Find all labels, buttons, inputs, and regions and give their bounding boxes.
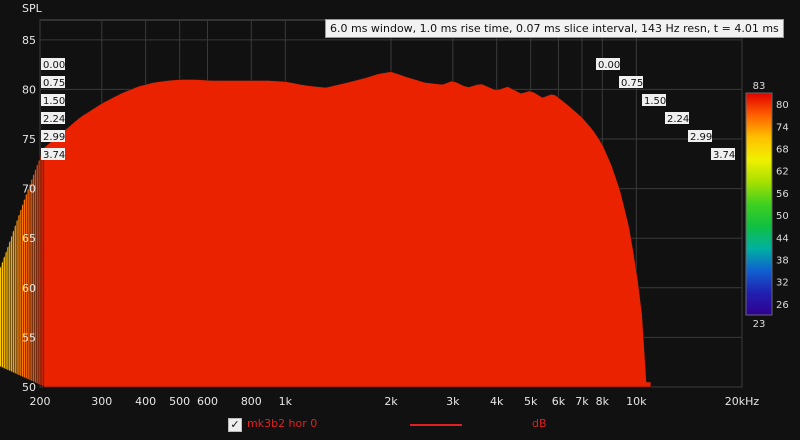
x-tick-label: 7k	[575, 395, 589, 408]
y-tick-label: 70	[22, 183, 36, 196]
colorbar-tick-label: 23	[753, 319, 766, 330]
colorbar-tick-label: 62	[776, 167, 789, 178]
time-label-right: 2.99	[688, 130, 712, 143]
colorbar-tick-label: 68	[776, 145, 789, 156]
colorbar-tick-label: 80	[776, 100, 789, 111]
x-tick-label: 20kHz	[725, 395, 760, 408]
svg-text:2.24: 2.24	[667, 114, 689, 125]
colorbar-gradient	[745, 92, 773, 316]
colorbar-tick-label: 83	[753, 81, 766, 92]
x-tick-label: 4k	[490, 395, 504, 408]
series-line-swatch	[410, 424, 462, 426]
series-checkbox[interactable]: ✓	[228, 418, 242, 432]
colorbar-tick-label: 44	[776, 233, 789, 244]
svg-text:2.24: 2.24	[43, 114, 65, 125]
colorbar-tick-label: 32	[776, 278, 789, 289]
time-label-left: 3.74	[41, 148, 65, 161]
series-unit: dB	[532, 417, 547, 430]
time-label-right: 0.75	[619, 76, 643, 89]
time-label-right: 2.24	[665, 112, 689, 125]
y-tick-label: 85	[22, 34, 36, 47]
x-tick-label: 300	[91, 395, 112, 408]
y-tick-label: 50	[22, 381, 36, 394]
x-tick-label: 5k	[524, 395, 538, 408]
svg-text:2.99: 2.99	[43, 132, 65, 143]
analysis-info: 6.0 ms window, 1.0 ms rise time, 0.07 ms…	[325, 19, 784, 38]
colorbar-tick-label: 26	[776, 300, 789, 311]
x-tick-label: 3k	[446, 395, 460, 408]
y-tick-label: 65	[22, 232, 36, 245]
x-tick-label: 200	[30, 395, 51, 408]
svg-text:1.50: 1.50	[43, 96, 65, 107]
waterfall-slices	[0, 71, 652, 388]
time-label-right: 1.50	[642, 94, 666, 107]
x-tick-label: 600	[197, 395, 218, 408]
svg-text:2.99: 2.99	[690, 132, 712, 143]
colorbar-tick-label: 38	[776, 256, 789, 267]
x-tick-label: 2k	[384, 395, 398, 408]
svg-text:1.50: 1.50	[644, 96, 666, 107]
time-label-left: 2.24	[41, 112, 65, 125]
x-tick-label: 8k	[596, 395, 610, 408]
time-label-left: 0.75	[41, 76, 65, 89]
svg-text:0.00: 0.00	[43, 60, 65, 71]
x-tick-label: 1k	[279, 395, 293, 408]
x-tick-label: 500	[169, 395, 190, 408]
waterfall-chart: 200 300 400 500 600 800 1k 2k 3k 4k 5k 6k 7k 8k 10k 20k…	[0, 2, 789, 408]
colorbar: 83 80 74 68 62 56 50 44 38 32 26 23	[745, 81, 789, 330]
time-label-left: 0.00	[41, 58, 65, 71]
time-label-right: 3.74	[711, 148, 735, 161]
time-label-left: 2.99	[41, 130, 65, 143]
svg-text:3.74: 3.74	[713, 150, 735, 161]
colorbar-tick-label: 56	[776, 189, 789, 200]
time-label-right: 0.00	[596, 58, 620, 71]
y-tick-label: 80	[22, 83, 36, 96]
svg-text:3.74: 3.74	[43, 150, 65, 161]
x-tick-label: 10k	[626, 395, 647, 408]
y-tick-label: 55	[22, 331, 36, 344]
svg-text:0.00: 0.00	[598, 60, 620, 71]
svg-text:0.75: 0.75	[43, 78, 65, 89]
svg-text:0.75: 0.75	[621, 78, 643, 89]
y-axis-title: SPL	[22, 2, 43, 15]
series-name[interactable]: mk3b2 hor 0	[247, 417, 317, 430]
waterfall-slice	[43, 71, 652, 388]
time-label-left: 1.50	[41, 94, 65, 107]
x-tick-label: 6k	[552, 395, 566, 408]
y-tick-label: 60	[22, 282, 36, 295]
colorbar-tick-label: 50	[776, 211, 789, 222]
colorbar-tick-label: 74	[776, 122, 789, 133]
x-tick-label: 400	[135, 395, 156, 408]
y-tick-label: 75	[22, 133, 36, 146]
x-tick-label: 800	[241, 395, 262, 408]
